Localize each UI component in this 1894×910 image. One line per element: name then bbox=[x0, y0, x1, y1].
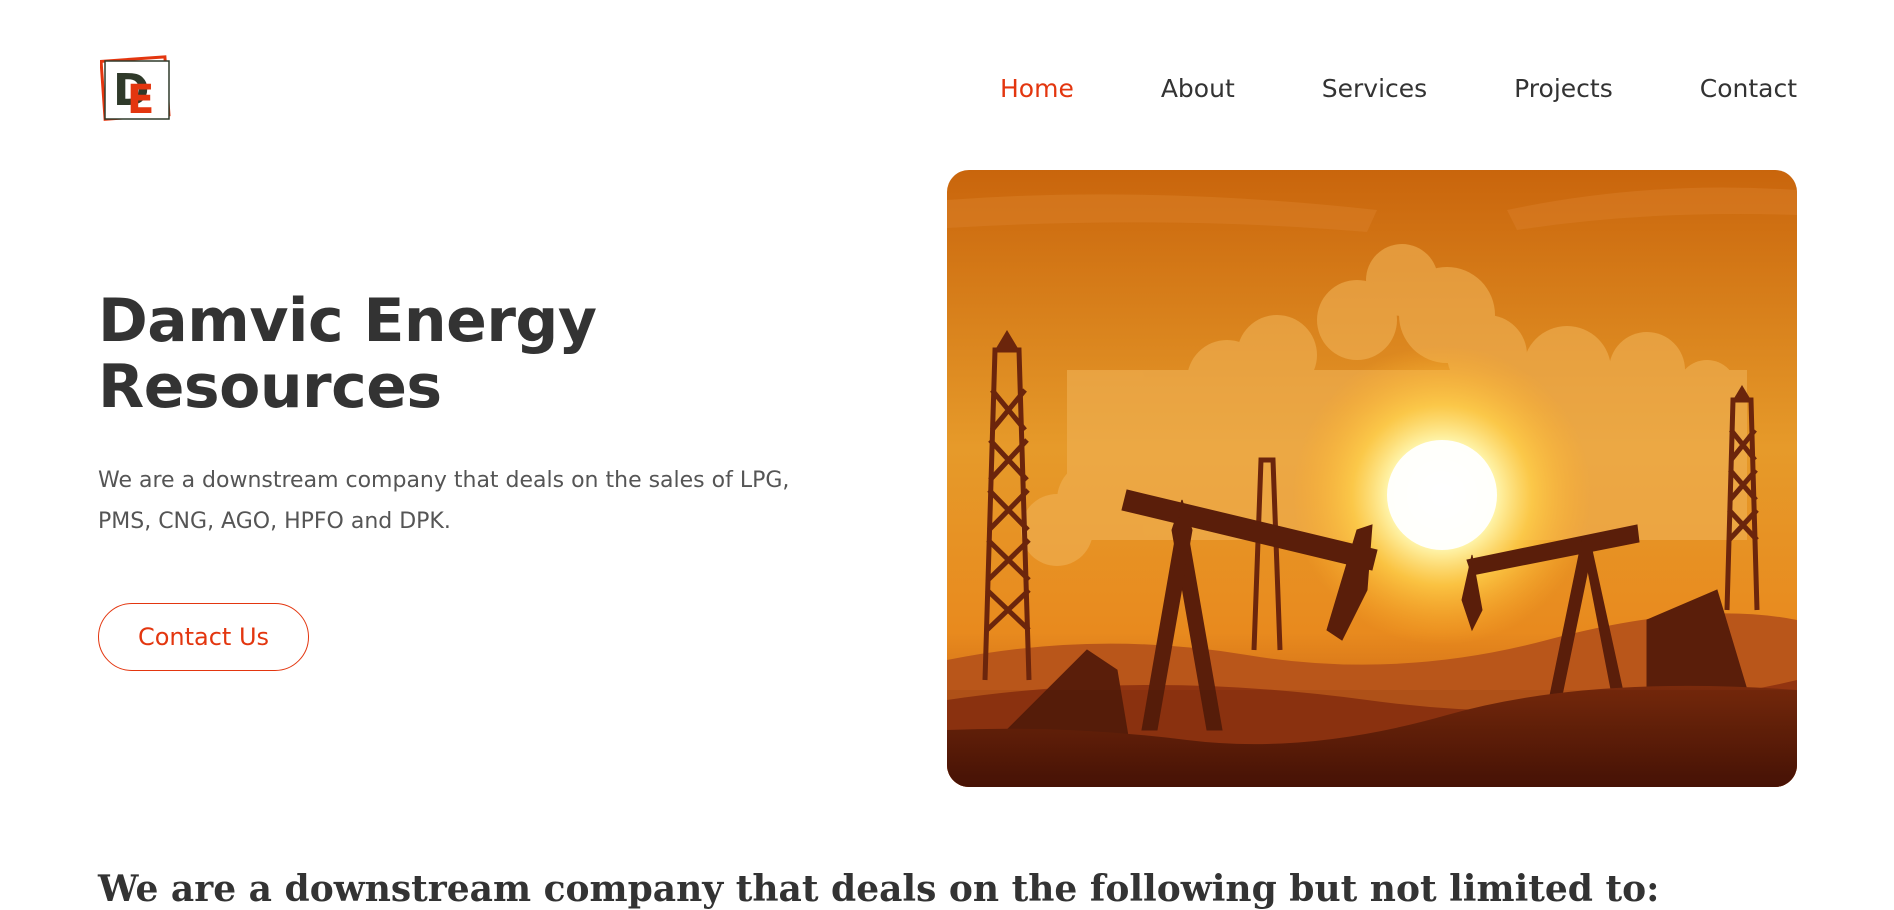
nav-services[interactable]: Services bbox=[1322, 74, 1427, 103]
nav-contact[interactable]: Contact bbox=[1700, 74, 1797, 103]
main-nav: Home About Services Projects Contact bbox=[913, 74, 1797, 103]
logo-icon: D E bbox=[99, 55, 171, 123]
section-heading: We are a downstream company that deals o… bbox=[98, 868, 1660, 910]
hero-title: Damvic Energy Resources bbox=[98, 286, 597, 422]
contact-us-button[interactable]: Contact Us bbox=[98, 603, 309, 671]
svg-text:E: E bbox=[127, 77, 154, 121]
oil-pumpjack-sunset-illustration bbox=[947, 170, 1797, 787]
brand-logo[interactable]: D E bbox=[99, 55, 172, 123]
hero-description: We are a downstream company that deals o… bbox=[98, 468, 790, 534]
nav-home[interactable]: Home bbox=[1000, 74, 1074, 103]
hero-image bbox=[947, 170, 1797, 787]
nav-projects[interactable]: Projects bbox=[1514, 74, 1613, 103]
nav-about[interactable]: About bbox=[1161, 74, 1235, 103]
